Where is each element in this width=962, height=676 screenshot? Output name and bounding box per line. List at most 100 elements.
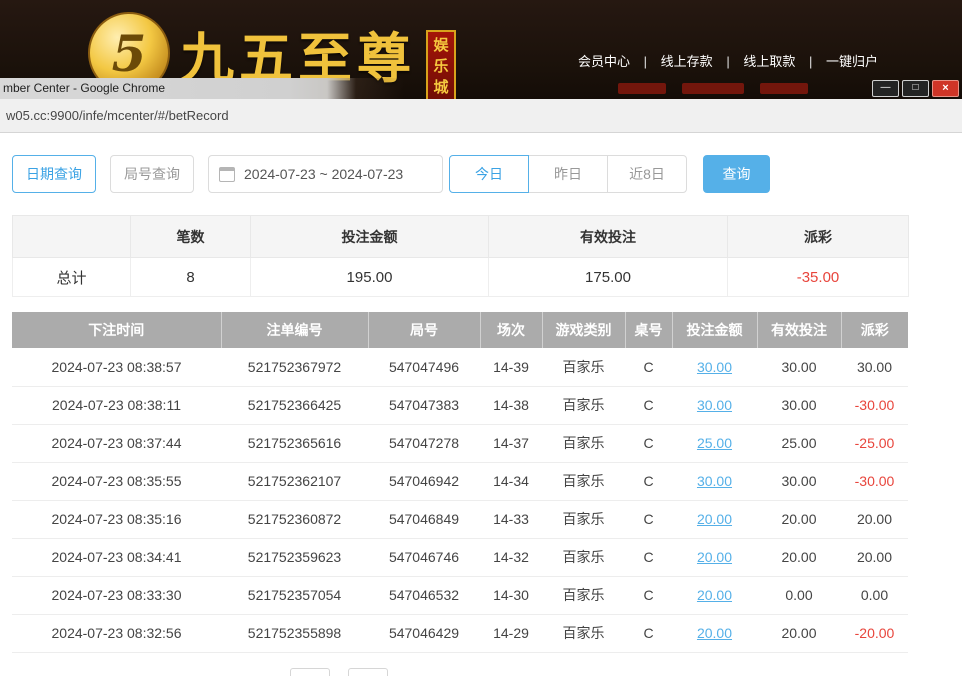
cell-payout: -20.00 (841, 614, 908, 652)
date-range-value: 2024-07-23 ~ 2024-07-23 (244, 166, 403, 182)
bet-row: 2024-07-23 08:35:55 521752362107 5470469… (12, 462, 908, 500)
bet-amount-link[interactable]: 30.00 (697, 473, 732, 489)
bet-record-table: 下注时间 注单编号 局号 场次 游戏类别 桌号 投注金额 有效投注 派彩 202… (12, 312, 908, 653)
maximize-button[interactable]: □ (902, 80, 929, 97)
bet-row: 2024-07-23 08:32:56 521752355898 5470464… (12, 614, 908, 652)
col-round-no: 局号 (368, 312, 480, 348)
col-session: 场次 (480, 312, 542, 348)
cell-game: 百家乐 (542, 538, 625, 576)
summary-bet-amount: 195.00 (251, 258, 489, 297)
cell-bet-amount: 25.00 (672, 424, 757, 462)
cell-order-no: 521752357054 (221, 576, 368, 614)
cell-table-no: C (625, 386, 672, 424)
pagination (290, 668, 388, 676)
cell-session: 14-39 (480, 348, 542, 386)
nav-online-deposit[interactable]: 线上存款 (661, 54, 713, 69)
summary-total-row: 总计 8 195.00 175.00 -35.00 (13, 258, 909, 297)
date-range-picker[interactable]: 2024-07-23 ~ 2024-07-23 (208, 155, 443, 193)
col-table-no: 桌号 (625, 312, 672, 348)
bet-amount-link[interactable]: 20.00 (697, 549, 732, 565)
today-button[interactable]: 今日 (449, 155, 529, 193)
summary-total-label: 总计 (13, 258, 131, 297)
cell-bet-amount: 30.00 (672, 348, 757, 386)
cell-time: 2024-07-23 08:35:55 (12, 462, 221, 500)
cell-game: 百家乐 (542, 348, 625, 386)
cell-session: 14-29 (480, 614, 542, 652)
col-bet-amount: 投注金额 (672, 312, 757, 348)
filter-toolbar: 日期查询 局号查询 2024-07-23 ~ 2024-07-23 今日 昨日 … (12, 155, 950, 193)
cell-time: 2024-07-23 08:34:41 (12, 538, 221, 576)
cell-round-no: 547046532 (368, 576, 480, 614)
col-order-no: 注单编号 (221, 312, 368, 348)
bet-amount-link[interactable]: 20.00 (697, 587, 732, 603)
cell-valid-bet: 30.00 (757, 462, 841, 500)
cell-round-no: 547046429 (368, 614, 480, 652)
bet-amount-link[interactable]: 30.00 (697, 359, 732, 375)
minimize-button[interactable]: — (872, 80, 899, 97)
pagination-button[interactable] (290, 668, 330, 676)
summary-table: 笔数 投注金额 有效投注 派彩 总计 8 195.00 175.00 -35.0… (12, 215, 909, 297)
cell-valid-bet: 0.00 (757, 576, 841, 614)
date-query-tab[interactable]: 日期查询 (12, 155, 96, 193)
nav-one-key-transfer[interactable]: 一键归户 (826, 54, 878, 69)
col-valid-bet: 有效投注 (757, 312, 841, 348)
yesterday-button[interactable]: 昨日 (528, 155, 608, 193)
cell-round-no: 547046942 (368, 462, 480, 500)
cell-session: 14-30 (480, 576, 542, 614)
cell-table-no: C (625, 500, 672, 538)
last-8-days-button[interactable]: 近8日 (607, 155, 687, 193)
window-titlebar[interactable]: mber Center - Google Chrome (0, 78, 962, 99)
nav-separator: | (644, 54, 647, 69)
cell-valid-bet: 30.00 (757, 386, 841, 424)
cell-time: 2024-07-23 08:37:44 (12, 424, 221, 462)
bet-row: 2024-07-23 08:37:44 521752365616 5470472… (12, 424, 908, 462)
cell-round-no: 547047383 (368, 386, 480, 424)
nav-member-center[interactable]: 会员中心 (578, 54, 630, 69)
cell-session: 14-38 (480, 386, 542, 424)
summary-payout: -35.00 (728, 258, 909, 297)
round-query-tab[interactable]: 局号查询 (110, 155, 194, 193)
cell-time: 2024-07-23 08:35:16 (12, 500, 221, 538)
cell-session: 14-34 (480, 462, 542, 500)
cell-bet-amount: 20.00 (672, 500, 757, 538)
cell-table-no: C (625, 538, 672, 576)
bet-amount-link[interactable]: 20.00 (697, 511, 732, 527)
search-button[interactable]: 查询 (703, 155, 770, 193)
cell-session: 14-37 (480, 424, 542, 462)
bet-amount-link[interactable]: 30.00 (697, 397, 732, 413)
bet-row: 2024-07-23 08:33:30 521752357054 5470465… (12, 576, 908, 614)
window-title: mber Center - Google Chrome (3, 78, 165, 99)
browser-urlbar[interactable]: w05.cc:9900/infe/mcenter/#/betRecord (0, 99, 962, 133)
cell-payout: 20.00 (841, 538, 908, 576)
cell-game: 百家乐 (542, 614, 625, 652)
cell-valid-bet: 20.00 (757, 614, 841, 652)
cell-time: 2024-07-23 08:33:30 (12, 576, 221, 614)
summary-count: 8 (131, 258, 251, 297)
pagination-button[interactable] (348, 668, 388, 676)
bet-row: 2024-07-23 08:34:41 521752359623 5470467… (12, 538, 908, 576)
page-url[interactable]: w05.cc:9900/infe/mcenter/#/betRecord (0, 99, 962, 132)
cell-valid-bet: 20.00 (757, 538, 841, 576)
bet-amount-link[interactable]: 25.00 (697, 435, 732, 451)
bet-row: 2024-07-23 08:35:16 521752360872 5470468… (12, 500, 908, 538)
cell-table-no: C (625, 576, 672, 614)
cell-table-no: C (625, 424, 672, 462)
summary-col-bet-amount: 投注金额 (251, 216, 489, 258)
bet-amount-link[interactable]: 20.00 (697, 625, 732, 641)
close-button[interactable]: × (932, 80, 959, 97)
bet-table-header-row: 下注时间 注单编号 局号 场次 游戏类别 桌号 投注金额 有效投注 派彩 (12, 312, 908, 348)
cell-order-no: 521752367972 (221, 348, 368, 386)
cell-bet-amount: 20.00 (672, 576, 757, 614)
col-game-type: 游戏类别 (542, 312, 625, 348)
cell-order-no: 521752362107 (221, 462, 368, 500)
cell-game: 百家乐 (542, 576, 625, 614)
cell-time: 2024-07-23 08:32:56 (12, 614, 221, 652)
window-controls: — □ × (872, 80, 959, 97)
cell-game: 百家乐 (542, 424, 625, 462)
nav-online-withdraw[interactable]: 线上取款 (743, 54, 795, 69)
cell-table-no: C (625, 614, 672, 652)
cell-time: 2024-07-23 08:38:57 (12, 348, 221, 386)
summary-header-row: 笔数 投注金额 有效投注 派彩 (13, 216, 909, 258)
cell-round-no: 547046849 (368, 500, 480, 538)
bet-row: 2024-07-23 08:38:11 521752366425 5470473… (12, 386, 908, 424)
